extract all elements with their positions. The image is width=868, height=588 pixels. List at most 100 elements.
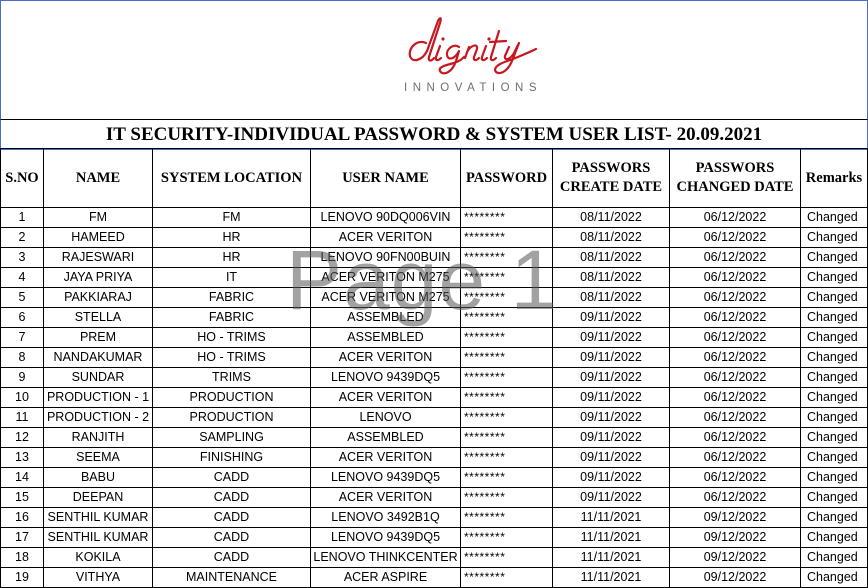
cell-user-name: ASSEMBLED [310, 427, 461, 448]
cell-name: HAMEED [43, 227, 153, 248]
cell-changed-date: 06/12/2022 [669, 487, 801, 508]
cell-system-location: PRODUCTION [152, 387, 311, 408]
table-row: 5 PAKKIARAJ FABRIC ACER VERITON M275 *******… [0, 287, 868, 308]
cell-password: ******** [460, 327, 553, 348]
header-name: NAME [43, 148, 153, 208]
cell-system-location: FINISHING [152, 447, 311, 468]
cell-user-name: ASSEMBLED [310, 307, 461, 328]
cell-changed-date: 09/12/2022 [669, 547, 801, 568]
table-row: 19 VITHYA MAINTENANCE ACER ASPIRE ******** 11… [0, 567, 868, 588]
cell-password: ******** [460, 247, 553, 268]
table-row: 17 SENTHIL KUMAR CADD LENOVO 9439DQ5 *******… [0, 527, 868, 548]
cell-system-location: HO - TRIMS [152, 347, 311, 368]
logo-tagline: INNOVATIONS [404, 82, 543, 94]
cell-system-location: SAMPLING [152, 427, 311, 448]
cell-changed-date: 06/12/2022 [669, 307, 801, 328]
cell-changed-date: 06/12/2022 [669, 207, 801, 228]
cell-user-name: ACER VERITON [310, 487, 461, 508]
cell-create-date: 09/11/2022 [552, 347, 670, 368]
cell-system-location: TRIMS [152, 367, 311, 388]
cell-create-date: 11/11/2021 [552, 507, 670, 528]
cell-create-date: 08/11/2022 [552, 247, 670, 268]
cell-name: FM [43, 207, 153, 228]
cell-password: ******** [460, 487, 553, 508]
table-row: 13 SEEMA FINISHING ACER VERITON ******** 09/1… [0, 447, 868, 468]
cell-create-date: 11/11/2021 [552, 547, 670, 568]
cell-user-name: LENOVO 90DQ006VIN [310, 207, 461, 228]
cell-name: KOKILA [43, 547, 153, 568]
header-changed-date-line1: PASSWORS [695, 160, 775, 176]
cell-sno: 8 [0, 347, 44, 368]
cell-password: ******** [460, 207, 553, 228]
header-system-location: SYSTEM LOCATION [152, 148, 311, 208]
cell-system-location: CADD [152, 487, 311, 508]
cell-name: SUNDAR [43, 367, 153, 388]
cell-changed-date: 06/12/2022 [669, 447, 801, 468]
cell-remarks: Changed [800, 387, 868, 408]
cell-sno: 17 [0, 527, 44, 548]
cell-create-date: 11/11/2021 [552, 567, 670, 588]
cell-name: PREM [43, 327, 153, 348]
cell-sno: 7 [0, 327, 44, 348]
cell-changed-date: 06/12/2022 [669, 227, 801, 248]
cell-remarks: Changed [800, 487, 868, 508]
table-row: 15 DEEPAN CADD ACER VERITON ******** 09/11/20… [0, 487, 868, 508]
cell-remarks: Changed [800, 347, 868, 368]
cell-create-date: 09/11/2022 [552, 487, 670, 508]
header-user-name: USER NAME [310, 148, 461, 208]
cell-sno: 10 [0, 387, 44, 408]
cell-remarks: Changed [800, 307, 868, 328]
cell-name: JAYA PRIYA [43, 267, 153, 288]
table-row: 12 RANJITH SAMPLING ASSEMBLED ******** 09/11/… [0, 427, 868, 448]
cell-changed-date: 06/12/2022 [669, 347, 801, 368]
cell-user-name: LENOVO 3492B1Q [310, 507, 461, 528]
cell-name: NANDAKUMAR [43, 347, 153, 368]
cell-changed-date: 06/12/2022 [669, 407, 801, 428]
cell-changed-date: 06/12/2022 [669, 247, 801, 268]
cell-remarks: Changed [800, 447, 868, 468]
cell-user-name: LENOVO 9439DQ5 [310, 367, 461, 388]
cell-password: ******** [460, 367, 553, 388]
header-create-date-line1: PASSWORS [571, 160, 651, 176]
cell-changed-date: 09/12/2022 [669, 527, 801, 548]
table-row: 16 SENTHIL KUMAR CADD LENOVO 3492B1Q *******… [0, 507, 868, 528]
dignity-logo [408, 17, 538, 75]
cell-sno: 6 [0, 307, 44, 328]
document-title: IT SECURITY-INDIVIDUAL PASSWORD & SYSTEM… [0, 119, 868, 150]
cell-create-date: 08/11/2022 [552, 267, 670, 288]
cell-sno: 16 [0, 507, 44, 528]
cell-name: PRODUCTION - 2 [43, 407, 153, 428]
cell-create-date: 09/11/2022 [552, 327, 670, 348]
table-row: 8 NANDAKUMAR HO - TRIMS ACER VERITON *******… [0, 347, 868, 368]
cell-name: BABU [43, 467, 153, 488]
cell-system-location: IT [152, 267, 311, 288]
cell-create-date: 11/11/2021 [552, 527, 670, 548]
cell-password: ******** [460, 467, 553, 488]
cell-name: PRODUCTION - 1 [43, 387, 153, 408]
cell-system-location: FM [152, 207, 311, 228]
cell-remarks: Changed [800, 327, 868, 348]
cell-password: ******** [460, 307, 553, 328]
table-row: 2 HAMEED HR ACER VERITON ******** 08/11/2022 0… [0, 227, 868, 248]
cell-create-date: 08/11/2022 [552, 227, 670, 248]
cell-sno: 1 [0, 207, 44, 228]
cell-changed-date: 06/12/2022 [669, 267, 801, 288]
cell-create-date: 09/11/2022 [552, 367, 670, 388]
cell-name: STELLA [43, 307, 153, 328]
header-changed-date-line2: CHANGED DATE [676, 179, 794, 195]
cell-create-date: 09/11/2022 [552, 387, 670, 408]
cell-password: ******** [460, 267, 553, 288]
cell-create-date: 09/11/2022 [552, 407, 670, 428]
cell-remarks: Changed [800, 367, 868, 388]
cell-password: ******** [460, 567, 553, 588]
cell-create-date: 09/11/2022 [552, 307, 670, 328]
table-row: 7 PREM HO - TRIMS ASSEMBLED ******** 09/11/20… [0, 327, 868, 348]
cell-user-name: ACER VERITON M275 [310, 287, 461, 308]
cell-system-location: CADD [152, 527, 311, 548]
cell-user-name: LENOVO 9439DQ5 [310, 467, 461, 488]
cell-create-date: 09/11/2022 [552, 467, 670, 488]
cell-remarks: Changed [800, 427, 868, 448]
cell-remarks: Changed [800, 407, 868, 428]
header-changed-date: PASSWORS CHANGED DATE [669, 148, 801, 208]
cell-password: ******** [460, 287, 553, 308]
